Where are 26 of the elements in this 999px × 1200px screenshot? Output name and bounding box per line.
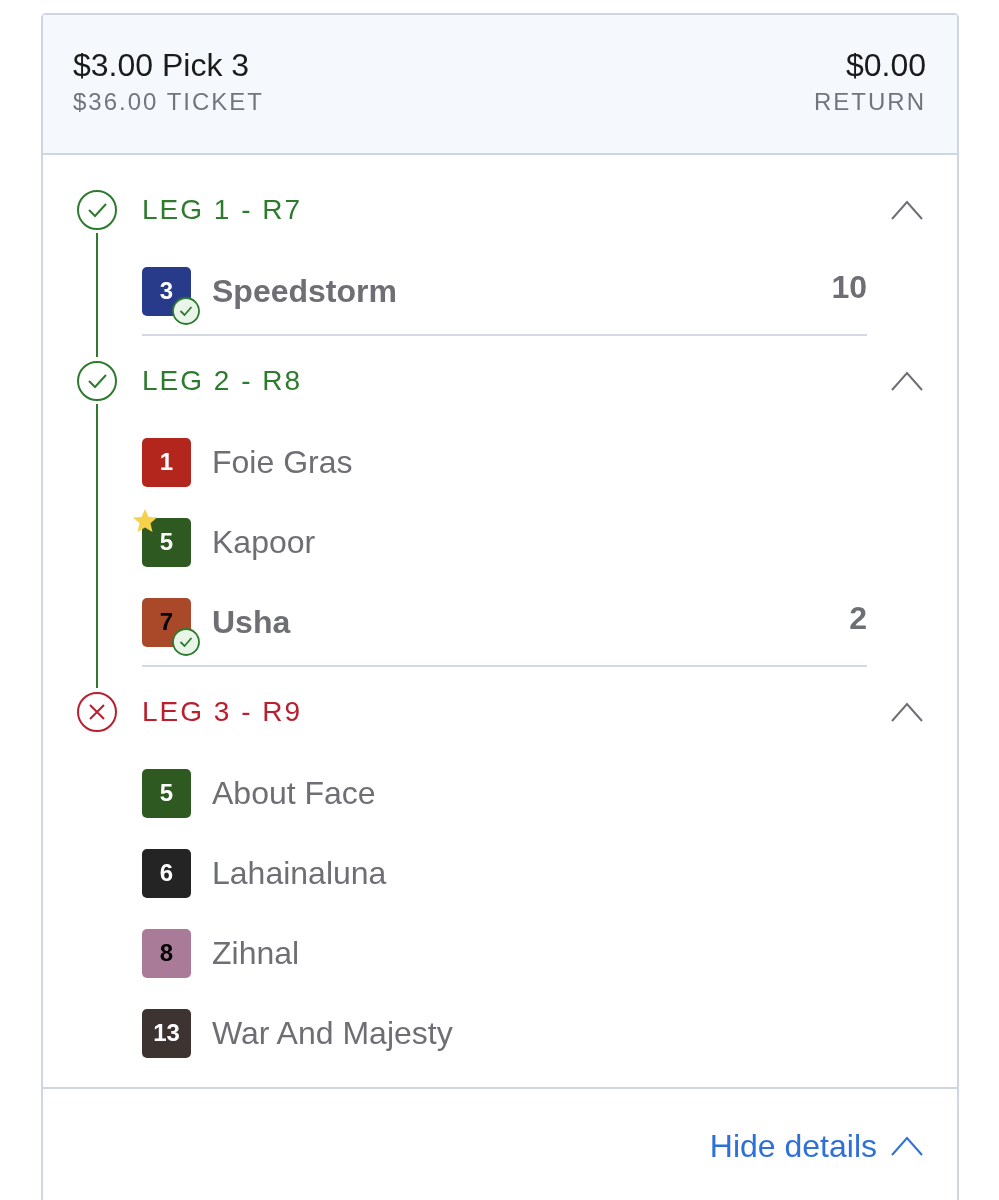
horse-name: Zihnal: [212, 934, 301, 972]
runner-result: 2: [849, 599, 867, 637]
ticket-title: $3.00 Pick 3: [73, 46, 250, 85]
saddle-cloth-number: 5: [142, 768, 191, 818]
saddle-cloth-number: 13: [142, 1008, 191, 1058]
collapse-chevron-button[interactable]: [891, 371, 923, 391]
saddle-cloth-number: 8: [142, 928, 191, 978]
horse-name: About Face: [212, 774, 377, 812]
ticket-cost: $36.00 TICKET: [73, 87, 264, 117]
runner-result: 10: [831, 268, 867, 306]
collapse-chevron-button[interactable]: [891, 200, 923, 220]
leg-title: LEG 3 - R9: [142, 696, 304, 728]
horse-name: Kapoor: [212, 523, 317, 561]
horse-name: Usha: [212, 603, 292, 641]
return-label: RETURN: [814, 87, 926, 117]
saddle-cloth-number: 6: [142, 848, 191, 898]
collapse-chevron-button[interactable]: [891, 702, 923, 722]
return-amount: $0.00: [845, 46, 926, 85]
horse-name: Speedstorm: [212, 272, 398, 310]
horse-name: Lahainaluna: [212, 854, 388, 892]
horse-name: Foie Gras: [212, 443, 354, 481]
leg-title: LEG 2 - R8: [142, 365, 304, 397]
hide-details-button[interactable]: Hide details: [709, 1126, 923, 1166]
leg-title: LEG 1 - R7: [142, 194, 304, 226]
saddle-cloth-number: 1: [142, 437, 191, 487]
horse-name: War And Majesty: [212, 1014, 454, 1052]
